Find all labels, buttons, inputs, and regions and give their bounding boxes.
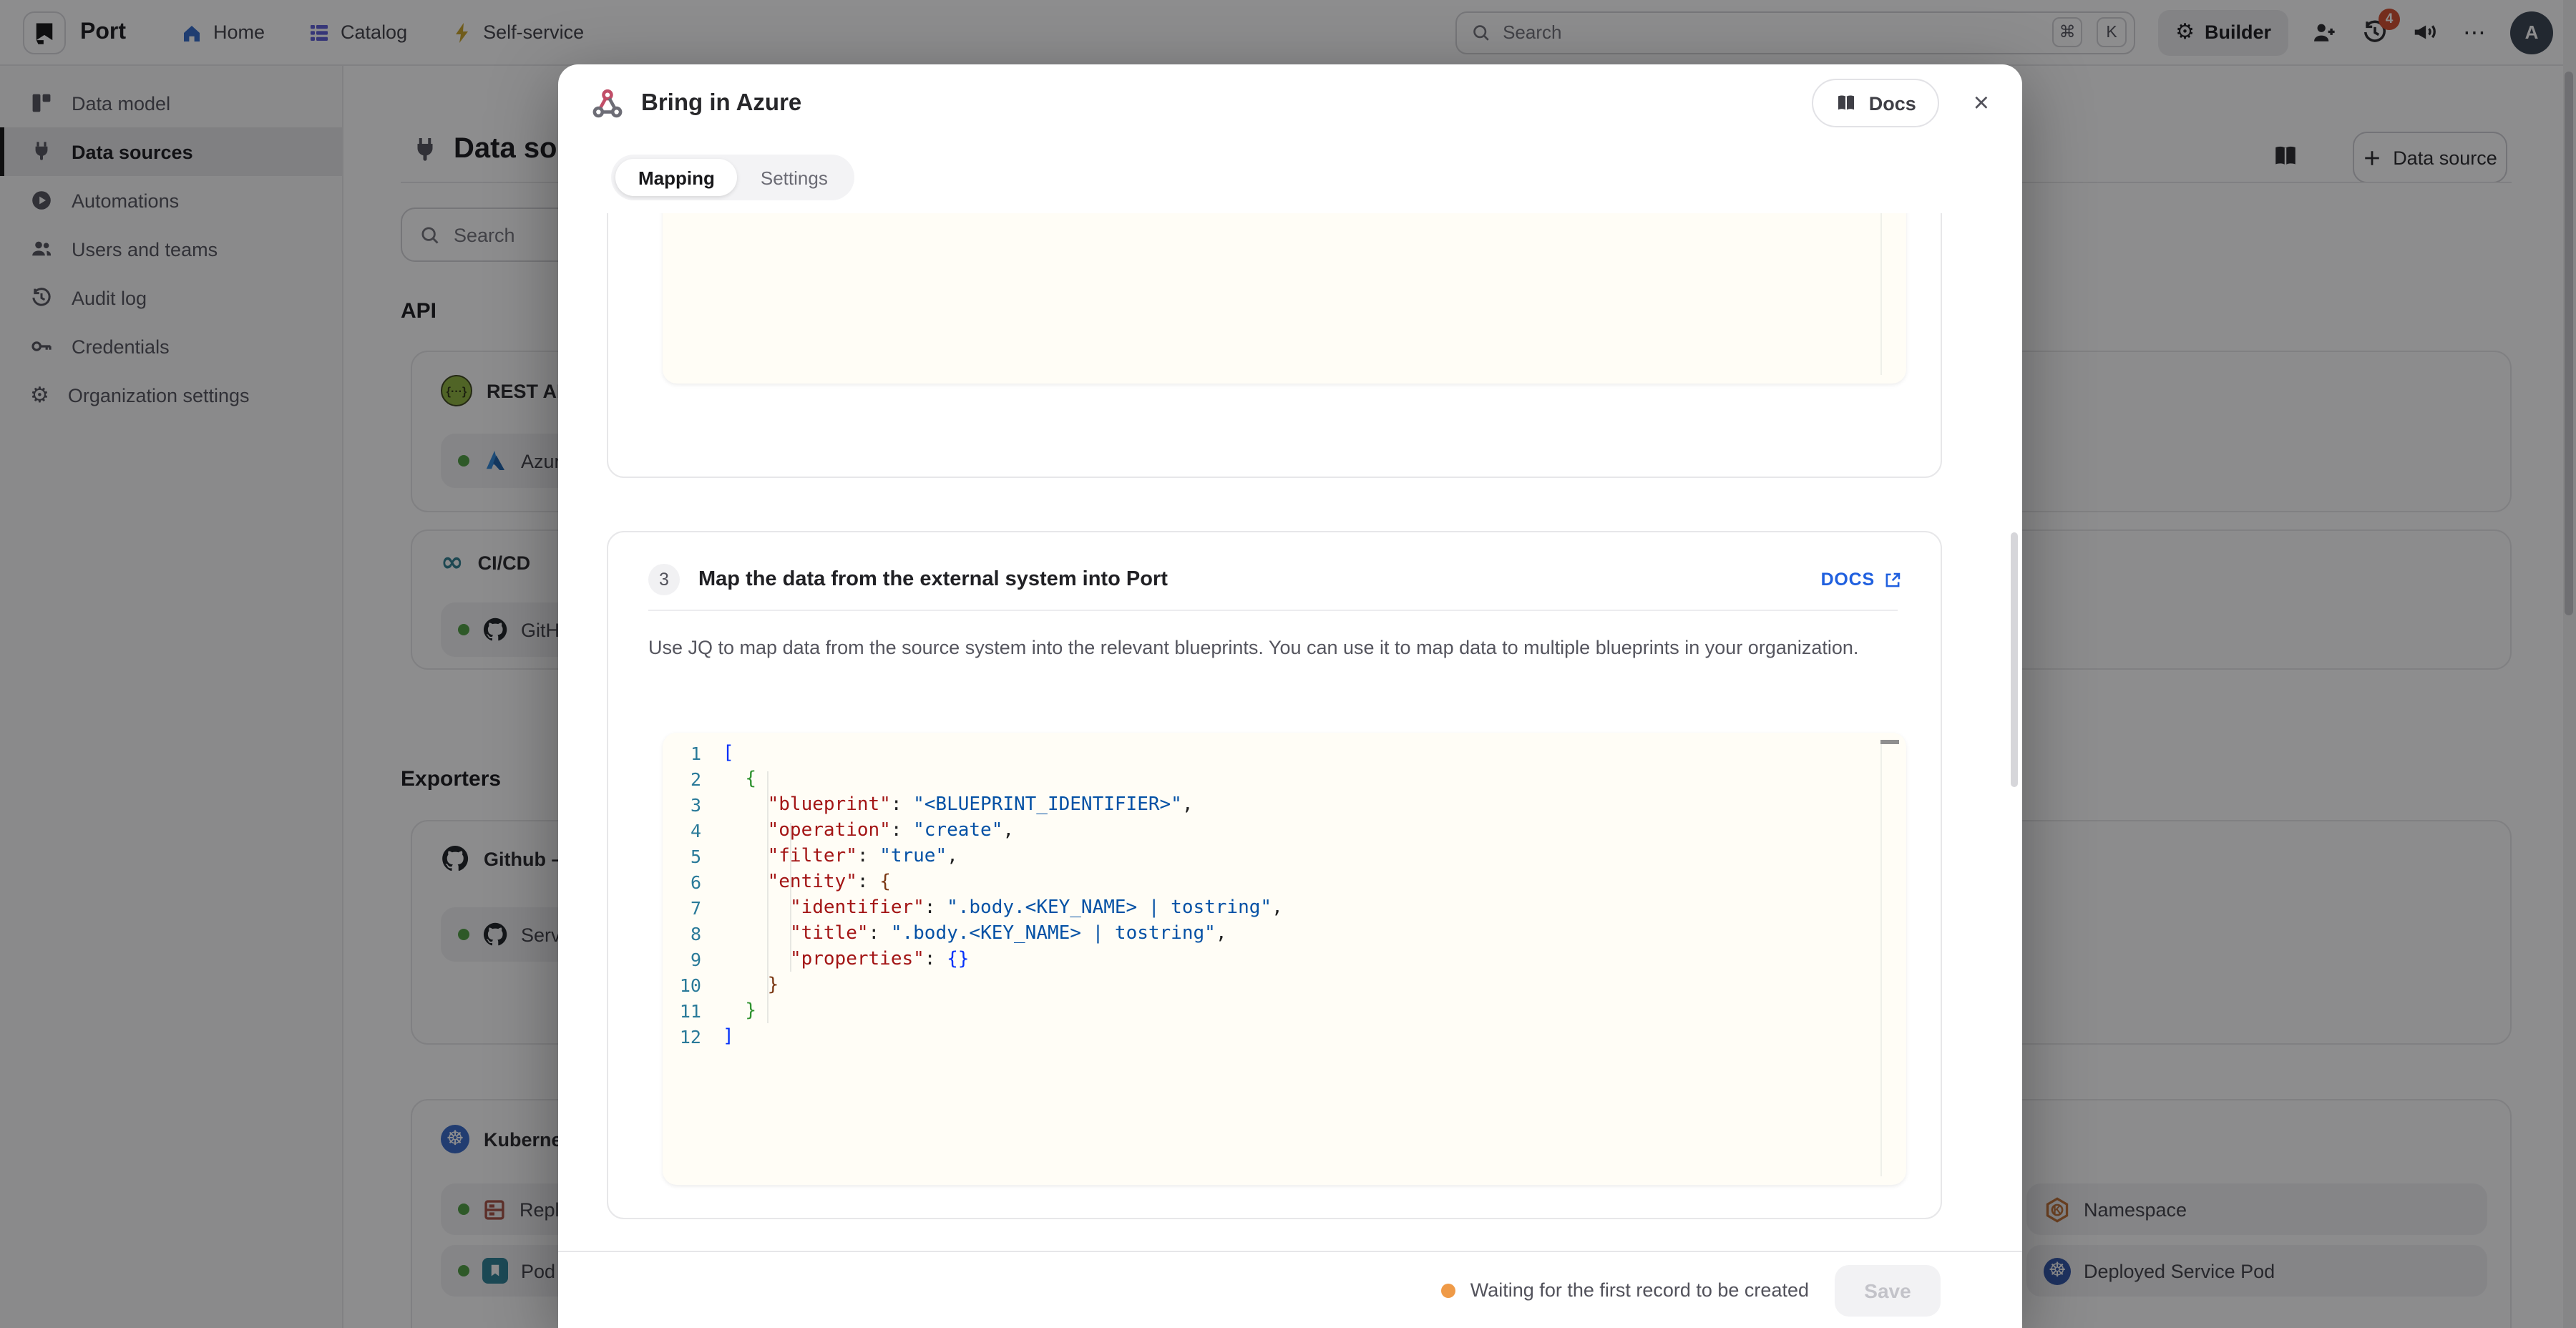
- app-window: Port Home Catalog Self-service Search ⌘ …: [0, 0, 2576, 1328]
- modal-title: Bring in Azure: [641, 89, 801, 117]
- code-line: 5 "filter": "true",: [663, 843, 1906, 869]
- indent-guide: [790, 823, 791, 972]
- external-link-icon: [1883, 570, 1902, 589]
- jq-mapping-code-editor[interactable]: 1[2 {3 "blueprint": "<BLUEPRINT_IDENTIFI…: [663, 733, 1906, 1185]
- indent-guide: [767, 771, 769, 1023]
- tab-settings[interactable]: Settings: [738, 159, 851, 196]
- line-number: 1: [663, 742, 723, 763]
- modal-footer: Waiting for the first record to be creat…: [558, 1251, 2022, 1328]
- line-number: 3: [663, 794, 723, 815]
- line-number: 2: [663, 768, 723, 789]
- line-number: 10: [663, 974, 723, 995]
- waiting-status-icon: [1442, 1283, 1456, 1297]
- step-number-badge: 3: [648, 564, 680, 595]
- code-line: 2 {: [663, 766, 1906, 791]
- modal-header: Bring in Azure Docs ×: [558, 64, 2022, 142]
- close-icon[interactable]: ×: [1974, 89, 1989, 117]
- code-line: 3 "blueprint": "<BLUEPRINT_IDENTIFIER>",: [663, 791, 1906, 817]
- code-editor-lines: 1[2 {3 "blueprint": "<BLUEPRINT_IDENTIFI…: [663, 740, 1906, 1049]
- code-line: 12]: [663, 1023, 1906, 1049]
- line-number: 11: [663, 1000, 723, 1021]
- code-line: 11 }: [663, 997, 1906, 1023]
- map-data-section-card: 3 Map the data from the external system …: [607, 531, 1942, 1219]
- tab-mapping[interactable]: Mapping: [615, 159, 738, 196]
- modal-content: 3 Map the data from the external system …: [558, 213, 2022, 1251]
- line-number: 12: [663, 1025, 723, 1047]
- waiting-status-text: Waiting for the first record to be creat…: [1470, 1279, 1809, 1301]
- code-line: 6 "entity": {: [663, 869, 1906, 894]
- editor-scroll-track: [1880, 741, 1882, 1176]
- code-line: 8 "title": ".body.<KEY_NAME> | tostring"…: [663, 920, 1906, 946]
- book-icon: [1835, 92, 1858, 114]
- line-number: 7: [663, 897, 723, 918]
- code-line: 1[: [663, 740, 1906, 766]
- line-number: 4: [663, 819, 723, 841]
- section-divider: [648, 610, 1898, 611]
- line-number: 9: [663, 948, 723, 970]
- code-line: 4 "operation": "create",: [663, 817, 1906, 843]
- code-line: 10 }: [663, 972, 1906, 997]
- mapping-section-card-partial: [607, 213, 1942, 478]
- webhook-icon: [591, 87, 624, 119]
- line-number: 6: [663, 871, 723, 892]
- docs-button[interactable]: Docs: [1812, 79, 1939, 127]
- line-number: 8: [663, 922, 723, 944]
- save-button[interactable]: Save: [1835, 1264, 1941, 1316]
- modal-tabs: Mapping Settings: [611, 155, 855, 200]
- step-description: Use JQ to map data from the source syste…: [648, 630, 1882, 665]
- bring-in-azure-modal: Bring in Azure Docs × Mapping Settings 3: [558, 64, 2022, 1328]
- code-line: 7 "identifier": ".body.<KEY_NAME> | tost…: [663, 894, 1906, 920]
- modal-scrollbar-thumb[interactable]: [2011, 532, 2018, 787]
- line-number: 5: [663, 845, 723, 866]
- mapping-editor-preview[interactable]: [663, 213, 1906, 384]
- editor-scroll-track: [1880, 213, 1882, 375]
- editor-minimap: [1880, 740, 1899, 744]
- step-heading: Map the data from the external system in…: [698, 568, 1168, 591]
- docs-link[interactable]: DOCS: [1821, 570, 1902, 590]
- code-line: 9 "properties": {}: [663, 946, 1906, 972]
